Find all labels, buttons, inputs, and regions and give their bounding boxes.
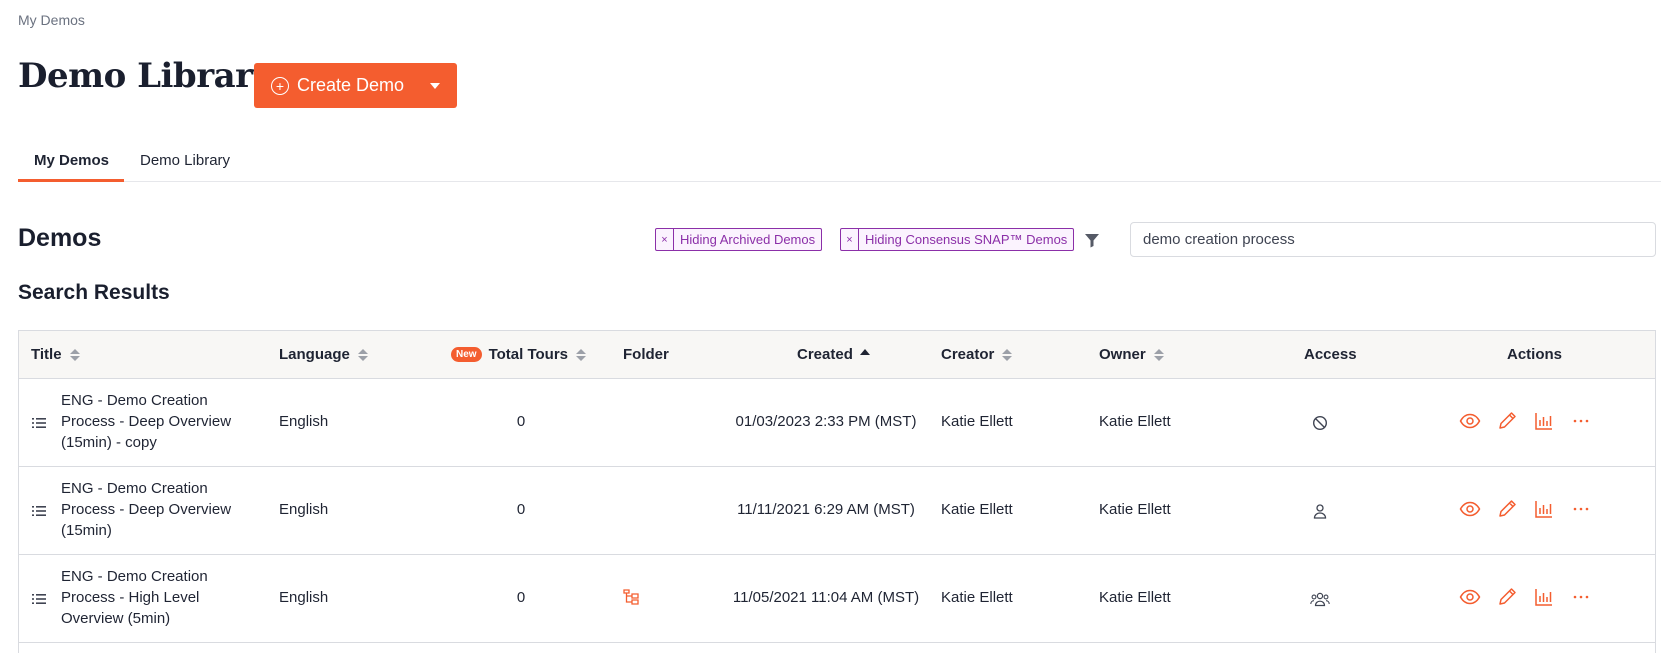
sort-icon[interactable] <box>1002 348 1013 361</box>
column-created-label: Created <box>797 346 853 363</box>
search-input-value: demo creation process <box>1143 231 1295 248</box>
column-creator-label: Creator <box>941 346 995 363</box>
create-demo-button[interactable]: + Create Demo <box>254 63 457 108</box>
column-language-label: Language <box>279 346 350 363</box>
column-access: Access <box>1304 346 1357 363</box>
results-title: Search Results <box>18 281 170 304</box>
row-creator: Katie Ellett <box>941 413 1013 430</box>
table-row[interactable]: ENG - Demo Creation Process - High Level… <box>19 555 1655 643</box>
analytics-chart-icon[interactable] <box>1533 410 1555 432</box>
analytics-chart-icon[interactable] <box>1533 586 1555 608</box>
row-language: English <box>279 501 329 518</box>
sort-icon[interactable] <box>1153 348 1164 361</box>
breadcrumb[interactable]: My Demos <box>18 12 85 28</box>
search-input[interactable]: demo creation process <box>1130 222 1656 257</box>
filter-chip-label: Hiding Archived Demos <box>680 232 816 247</box>
list-icon[interactable] <box>32 592 46 606</box>
filter-chip-label: Hiding Consensus SNAP™ Demos <box>865 232 1068 247</box>
demos-table: Title Language New Total Tours Folder Cr… <box>18 330 1656 653</box>
filter-chip-archived: × Hiding Archived Demos <box>655 228 823 251</box>
column-actions-label: Actions <box>1507 346 1563 363</box>
column-total-tours[interactable]: New Total Tours <box>451 346 587 363</box>
column-actions: Actions <box>1507 346 1562 363</box>
sort-ascending-icon[interactable] <box>859 349 870 355</box>
tab-demo-library[interactable]: Demo Library <box>140 152 230 169</box>
row-created: 01/03/2023 2:33 PM (MST) <box>735 413 917 430</box>
column-access-label: Access <box>1304 346 1357 363</box>
table-row[interactable]: ENG - Demo Creation Process - Deep Overv… <box>19 379 1655 467</box>
tab-my-demos[interactable]: My Demos <box>34 152 109 169</box>
more-options-icon[interactable] <box>1570 586 1592 608</box>
page-title: Demo Library <box>18 56 272 96</box>
section-title: Demos <box>18 224 102 252</box>
row-title[interactable]: ENG - Demo Creation Process - Deep Overv… <box>61 390 251 453</box>
row-creator: Katie Ellett <box>941 501 1013 518</box>
column-owner-label: Owner <box>1099 346 1146 363</box>
tab-bar: My Demos Demo Library <box>18 140 1661 182</box>
column-owner[interactable]: Owner <box>1099 346 1164 363</box>
chevron-down-icon[interactable] <box>430 83 440 89</box>
row-title[interactable]: ENG - Demo Creation Process - Deep Overv… <box>61 478 251 541</box>
column-total-tours-label: Total Tours <box>488 346 569 363</box>
plus-circle-icon: + <box>271 76 289 95</box>
edit-pencil-icon[interactable] <box>1496 410 1518 432</box>
no-access-icon <box>1312 415 1328 431</box>
column-language[interactable]: Language <box>279 346 368 363</box>
preview-eye-icon[interactable] <box>1459 586 1481 608</box>
sort-icon[interactable] <box>69 348 80 361</box>
column-title-label: Title <box>31 346 62 363</box>
new-badge: New <box>451 347 482 362</box>
column-title[interactable]: Title <box>31 346 80 363</box>
row-title[interactable]: ENG - Demo Creation Process - High Level… <box>61 566 251 629</box>
table-header: Title Language New Total Tours Folder Cr… <box>19 331 1655 379</box>
list-icon[interactable] <box>32 416 46 430</box>
filter-icon[interactable] <box>1084 232 1100 248</box>
sort-icon[interactable] <box>357 348 368 361</box>
remove-chip-icon[interactable]: × <box>656 229 674 250</box>
preview-eye-icon[interactable] <box>1459 410 1481 432</box>
row-created: 11/05/2021 11:04 AM (MST) <box>732 589 920 606</box>
create-demo-label: Create Demo <box>297 75 405 95</box>
row-owner: Katie Ellett <box>1099 413 1171 430</box>
sort-icon[interactable] <box>576 348 587 361</box>
row-created: 11/11/2021 6:29 AM (MST) <box>737 501 915 518</box>
row-total-tours: 0 <box>516 413 526 430</box>
row-language: English <box>279 413 329 430</box>
row-language: English <box>279 589 329 606</box>
single-user-icon <box>1313 504 1327 519</box>
table-row[interactable]: ENG - Demo Creation Process - Deep Overv… <box>19 467 1655 555</box>
row-total-tours: 0 <box>516 501 526 518</box>
row-owner: Katie Ellett <box>1099 501 1171 518</box>
column-created[interactable]: Created <box>797 346 870 363</box>
folder-tree-icon[interactable] <box>622 588 640 606</box>
list-icon[interactable] <box>32 504 46 518</box>
edit-pencil-icon[interactable] <box>1496 498 1518 520</box>
row-creator: Katie Ellett <box>941 589 1013 606</box>
row-owner: Katie Ellett <box>1099 589 1171 606</box>
row-total-tours: 0 <box>516 589 526 606</box>
more-options-icon[interactable] <box>1570 498 1592 520</box>
group-users-icon <box>1310 592 1330 607</box>
more-options-icon[interactable] <box>1570 410 1592 432</box>
column-creator[interactable]: Creator <box>941 346 1013 363</box>
column-folder: Folder <box>623 346 669 363</box>
edit-pencil-icon[interactable] <box>1496 586 1518 608</box>
preview-eye-icon[interactable] <box>1459 498 1481 520</box>
remove-chip-icon[interactable]: × <box>841 229 859 250</box>
filter-chip-snap: × Hiding Consensus SNAP™ Demos <box>840 228 1075 251</box>
analytics-chart-icon[interactable] <box>1533 498 1555 520</box>
column-folder-label: Folder <box>623 346 669 363</box>
active-tab-indicator <box>18 179 124 182</box>
